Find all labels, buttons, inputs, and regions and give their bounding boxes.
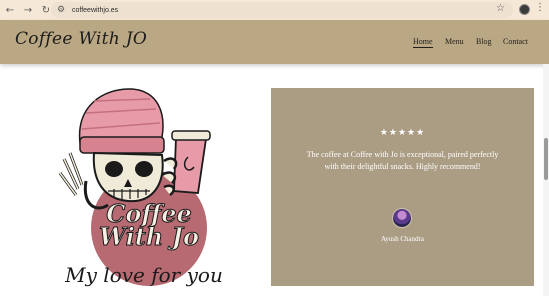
nav-menu[interactable]: Menu	[445, 37, 464, 46]
site-logo[interactable]: Coffee With JO	[15, 29, 147, 49]
badge-text-line2: With Jo	[99, 222, 199, 251]
skeleton-coffee-logo: Coffee With Jo My love for you	[58, 88, 223, 287]
page-scrollbar[interactable]	[543, 64, 549, 296]
nav-home[interactable]: Home	[413, 37, 433, 48]
hero-tagline: My love for you	[64, 263, 223, 287]
bookmark-star-icon[interactable]: ☆	[496, 3, 505, 14]
testimonial-card: ★★★★★ The coffee at Coffee with Jo is ex…	[271, 88, 534, 286]
browser-toolbar: ← → ↻ ⚙ coffeewithjo.es ☆ ⋮	[0, 0, 549, 20]
rating-stars: ★★★★★	[379, 128, 426, 138]
hero-illustration: Coffee With Jo My love for you	[52, 85, 232, 296]
back-icon[interactable]: ←	[2, 2, 18, 18]
nav-blog[interactable]: Blog	[476, 37, 492, 46]
forward-icon[interactable]: →	[20, 2, 36, 18]
site-settings-icon[interactable]: ⚙	[57, 5, 69, 15]
author-avatar	[392, 208, 412, 228]
address-bar[interactable]: ⚙ coffeewithjo.es ☆	[51, 2, 513, 18]
profile-avatar[interactable]	[519, 4, 530, 15]
browser-menu-icon[interactable]: ⋮	[535, 2, 545, 13]
url-text[interactable]: coffeewithjo.es	[72, 7, 118, 14]
scrollbar-thumb[interactable]	[544, 138, 548, 180]
testimonial-author: Ayush Chandra	[380, 235, 425, 243]
site-header: Coffee With JO Home Menu Blog Contact	[0, 20, 549, 64]
testimonial-quote: The coffee at Coffee with Jo is exceptio…	[306, 150, 499, 171]
nav-contact[interactable]: Contact	[503, 37, 528, 46]
